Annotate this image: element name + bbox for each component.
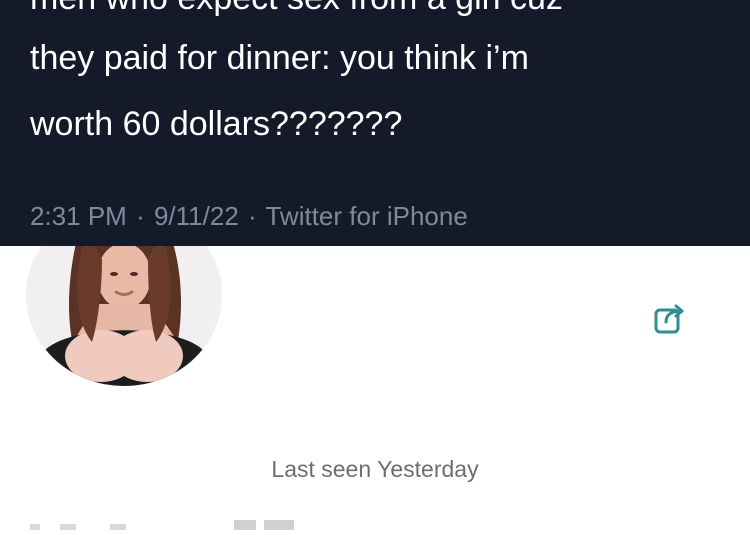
- share-button[interactable]: [652, 302, 688, 338]
- tweet-meta: 2:31 PM · 9/11/22 · Twitter for iPhone: [30, 200, 468, 232]
- tweet-screenshot: men who expect sex from a girl cuz they …: [0, 0, 750, 246]
- cropped-row: [30, 516, 330, 530]
- tweet-text-line-1: men who expect sex from a girl cuz: [30, 0, 563, 18]
- share-icon: [654, 304, 684, 334]
- tweet-source[interactable]: Twitter for iPhone: [265, 201, 467, 231]
- meta-separator: ·: [136, 201, 145, 231]
- last-seen-status: Last seen Yesterday: [271, 456, 479, 482]
- tweet-time: 2:31 PM: [30, 201, 127, 231]
- tweet-text-line-2: they paid for dinner: you think i’m: [30, 39, 529, 77]
- tweet-text-line-3: worth 60 dollars???????: [30, 105, 403, 143]
- tweet-date: 9/11/22: [153, 201, 239, 231]
- meta-separator: ·: [248, 201, 257, 231]
